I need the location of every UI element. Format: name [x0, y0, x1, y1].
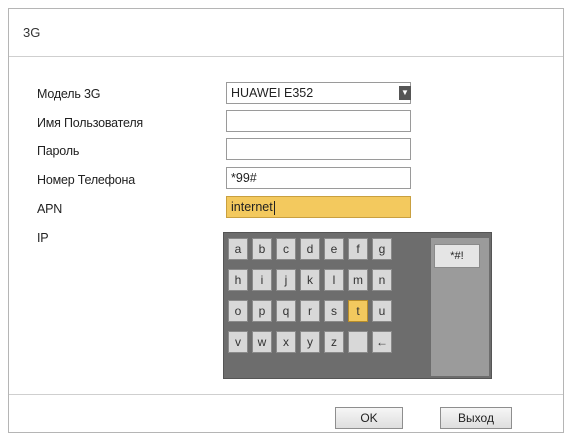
key-v[interactable]: v — [228, 331, 248, 353]
key-z[interactable]: z — [324, 331, 344, 353]
key-t[interactable]: t — [348, 300, 368, 322]
key-b[interactable]: b — [252, 238, 272, 260]
model-select[interactable]: HUAWEI E352 ▼ — [226, 82, 411, 104]
keyboard-keys: a b c d e f g h i j k l m n o p q r s t … — [228, 238, 428, 376]
key-c[interactable]: c — [276, 238, 296, 260]
key-x[interactable]: x — [276, 331, 296, 353]
apn-field[interactable]: internet — [226, 196, 411, 218]
key-o[interactable]: o — [228, 300, 248, 322]
apn-value: internet — [231, 200, 273, 214]
settings-dialog: 3G Модель 3G HUAWEI E352 ▼ Имя Пользоват… — [8, 8, 564, 433]
ok-button[interactable]: OK — [335, 407, 403, 429]
model-value: HUAWEI E352 — [231, 86, 314, 100]
phone-field[interactable]: *99# — [226, 167, 411, 189]
ip-label: IP — [37, 231, 49, 245]
key-u[interactable]: u — [372, 300, 392, 322]
keyboard-side-panel: *#! — [431, 238, 489, 376]
key-p[interactable]: p — [252, 300, 272, 322]
key-e[interactable]: e — [324, 238, 344, 260]
key-n[interactable]: n — [372, 269, 392, 291]
key-m[interactable]: m — [348, 269, 368, 291]
key-s[interactable]: s — [324, 300, 344, 322]
dropdown-arrow-icon[interactable]: ▼ — [399, 86, 411, 100]
virtual-keyboard: a b c d e f g h i j k l m n o p q r s t … — [223, 232, 492, 379]
username-field[interactable] — [226, 110, 411, 132]
key-g[interactable]: g — [372, 238, 392, 260]
key-j[interactable]: j — [276, 269, 296, 291]
key-i[interactable]: i — [252, 269, 272, 291]
key-w[interactable]: w — [252, 331, 272, 353]
apn-label: APN — [37, 202, 63, 216]
exit-button[interactable]: Выход — [440, 407, 512, 429]
key-y[interactable]: y — [300, 331, 320, 353]
model-label: Модель 3G — [37, 87, 101, 101]
phone-value: *99# — [231, 171, 257, 185]
phone-label: Номер Телефона — [37, 173, 135, 187]
key-q[interactable]: q — [276, 300, 296, 322]
dialog-title: 3G — [9, 9, 563, 57]
key-l[interactable]: l — [324, 269, 344, 291]
key-r[interactable]: r — [300, 300, 320, 322]
key-d[interactable]: d — [300, 238, 320, 260]
key-h[interactable]: h — [228, 269, 248, 291]
dialog-footer: OK Выход — [9, 394, 563, 434]
password-field[interactable] — [226, 138, 411, 160]
username-label: Имя Пользователя — [37, 116, 143, 130]
text-caret — [273, 200, 275, 215]
key-k[interactable]: k — [300, 269, 320, 291]
key-blank[interactable] — [348, 331, 368, 353]
key-a[interactable]: a — [228, 238, 248, 260]
password-label: Пароль — [37, 144, 80, 158]
backspace-key[interactable]: ← — [372, 331, 392, 353]
key-f[interactable]: f — [348, 238, 368, 260]
symbols-key[interactable]: *#! — [434, 244, 480, 268]
